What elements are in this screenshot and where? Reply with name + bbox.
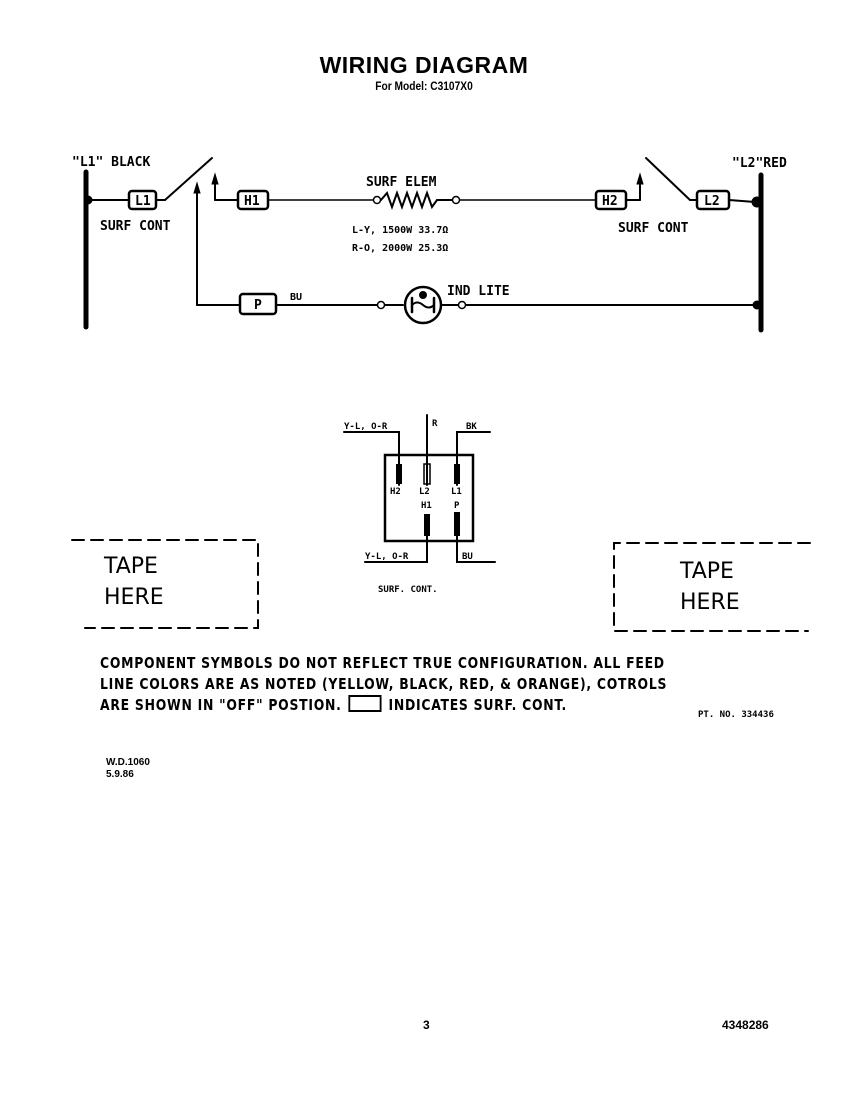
- terminal-blade: [454, 464, 460, 484]
- terminal-h1-label: H1: [421, 501, 432, 511]
- tape-line-2: HERE: [680, 590, 740, 615]
- surf-elem-label: SURF ELEM: [366, 175, 437, 190]
- terminal-blade: [454, 512, 460, 536]
- wd-block: W.D.1060 5.9.86: [106, 757, 150, 781]
- l1-terminal-label: L1: [135, 194, 151, 209]
- top-left-wire-label: Y-L, O-R: [344, 422, 388, 432]
- tape-here-right: TAPE HERE: [680, 556, 740, 618]
- tape-line-1: TAPE: [680, 559, 734, 584]
- h2-terminal-label: H2: [602, 194, 618, 209]
- bottom-left-wire-label: Y-L, O-R: [365, 552, 409, 562]
- terminal-blade: [424, 514, 430, 536]
- element-rating-2: R-O, 2000W 25.3Ω: [352, 243, 448, 254]
- ind-lite-label: IND LITE: [447, 284, 510, 299]
- left-switch-blade: [164, 157, 213, 201]
- switch-detail-caption: SURF. CONT.: [378, 585, 438, 595]
- note-line-1: COMPONENT SYMBOLS DO NOT REFLECT TRUE CO…: [100, 654, 665, 672]
- note-line-3-start: ARE SHOWN IN "OFF" POSTION.: [100, 696, 342, 714]
- note-line-3: ARE SHOWN IN "OFF" POSTION. INDICATES SU…: [100, 695, 707, 716]
- wire: [728, 199, 756, 203]
- wd-number: W.D.1060: [106, 757, 150, 768]
- element-terminal: [451, 195, 461, 205]
- note-line-2: LINE COLORS ARE AS NOTED (YELLOW, BLACK,…: [100, 675, 668, 693]
- wd-date: 5.9.86: [106, 769, 134, 780]
- arrow-head: [193, 181, 201, 194]
- top-center-wire-label: R: [432, 419, 438, 429]
- element-terminal: [372, 195, 382, 205]
- part-number: PT. NO. 334436: [698, 710, 774, 720]
- l1-label: "L1" BLACK: [72, 155, 150, 170]
- tape-box-border: [71, 539, 259, 629]
- note-line-3-end: INDICATES SURF. CONT.: [388, 696, 567, 714]
- bu-wire-label: BU: [290, 292, 302, 303]
- document-number: 4348286: [722, 1018, 769, 1032]
- lamp-terminal: [457, 300, 467, 310]
- arrow-head: [636, 172, 644, 185]
- right-switch-blade: [645, 157, 691, 201]
- page-number: 3: [423, 1018, 430, 1032]
- wire: [343, 431, 400, 486]
- left-surf-cont-label: SURF CONT: [100, 219, 171, 234]
- l2-label: "L2"RED: [732, 156, 787, 171]
- lamp-terminal: [376, 300, 386, 310]
- resistor-icon: [380, 190, 453, 210]
- arrow-head: [211, 172, 219, 185]
- terminal-l1-label: L1: [451, 487, 462, 497]
- indicator-lamp-icon: [403, 285, 443, 325]
- tape-line-2: HERE: [104, 585, 164, 610]
- l2-terminal-label: L2: [704, 194, 720, 209]
- h1-terminal-label: H1: [244, 194, 260, 209]
- notes-block: COMPONENT SYMBOLS DO NOT REFLECT TRUE CO…: [100, 653, 707, 716]
- element-rating-1: L-Y, 1500W 33.7Ω: [352, 225, 448, 236]
- terminal-blade: [396, 464, 402, 484]
- terminal-h2-label: H2: [390, 487, 401, 497]
- p-terminal-label: P: [254, 298, 262, 313]
- bottom-right-wire-label: BU: [462, 552, 473, 562]
- tape-line-1: TAPE: [104, 554, 158, 579]
- top-right-wire-label: BK: [466, 422, 477, 432]
- terminal-p-label: P: [454, 501, 460, 511]
- surf-cont-symbol-icon: [348, 695, 382, 712]
- tape-here-left: TAPE HERE: [104, 551, 164, 613]
- right-surf-cont-label: SURF CONT: [618, 221, 689, 236]
- terminal-l2-label: L2: [419, 487, 430, 497]
